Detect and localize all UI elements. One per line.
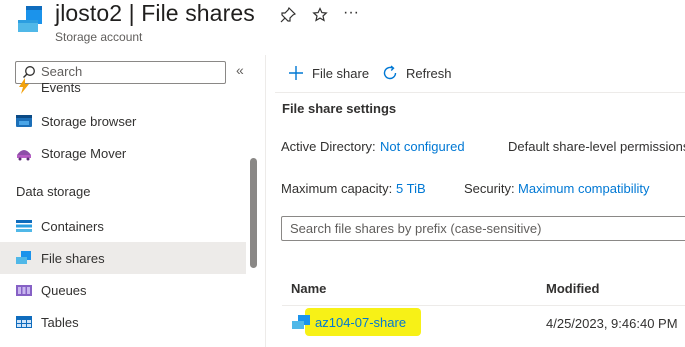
- max-capacity-label: Maximum capacity:: [281, 181, 393, 196]
- events-icon: [19, 78, 29, 94]
- column-header-modified[interactable]: Modified: [546, 281, 599, 296]
- security-label: Security:: [464, 181, 515, 196]
- file-shares-app-icon: [16, 6, 48, 34]
- sidebar-item-storage-mover[interactable]: Storage Mover: [0, 137, 246, 169]
- sidebar-divider: [265, 55, 266, 347]
- table-row-modified: 4/25/2023, 9:46:40 PM: [546, 316, 678, 331]
- security-link[interactable]: Maximum compatibility: [518, 181, 649, 196]
- sidebar-item-label: Containers: [41, 218, 104, 234]
- sidebar-scrollbar[interactable]: [250, 158, 257, 268]
- file-share-search-input[interactable]: Search file shares by prefix (case-sensi…: [281, 216, 685, 241]
- pin-icon[interactable]: [277, 4, 299, 26]
- page-subtitle: Storage account: [55, 30, 143, 44]
- add-file-share-label: File share: [312, 65, 370, 81]
- containers-icon: [16, 220, 32, 232]
- table-header-divider: [282, 305, 685, 306]
- sidebar-item-tables[interactable]: Tables: [0, 306, 246, 338]
- default-permissions-label: Default share-level permissions: [508, 139, 685, 154]
- file-share-search-placeholder: Search file shares by prefix (case-sensi…: [290, 221, 542, 236]
- active-directory-link[interactable]: Not configured: [380, 139, 465, 154]
- sidebar-item-storage-browser[interactable]: Storage browser: [0, 105, 246, 137]
- table-row-name-link[interactable]: az104-07-share: [315, 315, 406, 330]
- sidebar-item-label: Tables: [41, 314, 79, 330]
- page-title: jlosto2 | File shares: [55, 0, 255, 26]
- storage-mover-icon: [17, 150, 31, 161]
- sidebar-item-file-shares[interactable]: File shares: [0, 242, 246, 274]
- storage-browser-icon: [16, 115, 32, 127]
- sidebar-section-header: Data storage: [16, 184, 91, 199]
- plus-icon: [289, 66, 303, 80]
- toolbar-divider: [275, 92, 685, 93]
- file-shares-icon: [16, 251, 31, 264]
- add-file-share-button[interactable]: File share: [288, 62, 369, 84]
- refresh-label: Refresh: [406, 65, 452, 81]
- sidebar-item-label: Storage browser: [41, 113, 137, 129]
- more-options-button[interactable]: ···: [340, 2, 362, 24]
- sidebar-item-label: File shares: [41, 250, 105, 266]
- max-capacity-link[interactable]: 5 TiB: [396, 181, 426, 196]
- sidebar-item-events[interactable]: Events: [0, 76, 246, 98]
- settings-title: File share settings: [282, 101, 397, 116]
- sidebar-item-label: Queues: [41, 282, 87, 298]
- sidebar-item-queues[interactable]: Queues: [0, 274, 246, 306]
- column-header-name[interactable]: Name: [291, 281, 326, 296]
- sidebar-item-containers[interactable]: Containers: [0, 210, 246, 242]
- refresh-icon: [383, 65, 397, 80]
- refresh-button[interactable]: Refresh: [382, 62, 452, 84]
- file-share-icon: [292, 315, 310, 329]
- sidebar-item-label: Storage Mover: [41, 145, 127, 161]
- active-directory-label: Active Directory:: [281, 139, 376, 154]
- tables-icon: [16, 316, 32, 328]
- star-icon[interactable]: [309, 4, 331, 26]
- sidebar-item-label: Events: [41, 80, 81, 95]
- queues-icon: [16, 285, 32, 296]
